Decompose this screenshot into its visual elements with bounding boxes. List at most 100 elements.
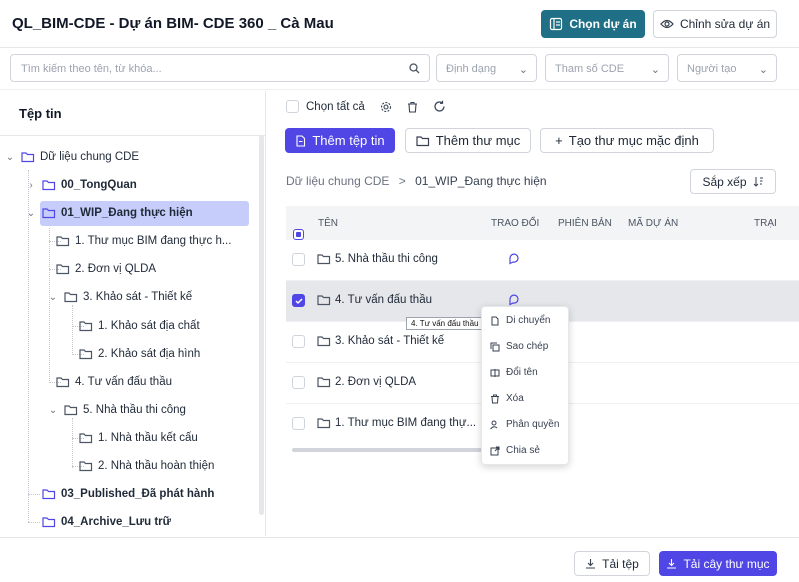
folder-icon: [317, 377, 331, 388]
tree-item-diahinh[interactable]: 2. Khảo sát địa hình: [75, 342, 200, 366]
row-name: 5. Nhà thầu thi công: [335, 253, 438, 265]
tree-item-ketcau[interactable]: 1. Nhà thầu kết cấu: [75, 426, 198, 450]
column-phien-ban[interactable]: PHIÊN BẢN: [558, 218, 612, 229]
tree-item-label: Dữ liệu chung CDE: [40, 151, 140, 163]
row-checkbox[interactable]: [292, 376, 305, 389]
tree-item-qlda[interactable]: 2. Đơn vị QLDA: [52, 257, 156, 281]
eye-icon: [660, 19, 674, 29]
sort-icon: [753, 177, 763, 187]
column-name[interactable]: TÊN: [318, 218, 338, 229]
chevron-down-icon: ⌄: [650, 64, 660, 76]
search-input[interactable]: Tìm kiếm theo tên, từ khóa...: [10, 54, 430, 82]
chevron-down-icon: ⌄: [26, 207, 36, 219]
param-select[interactable]: Tham số CDE ⌄: [545, 54, 669, 82]
select-all-label: Chọn tất cả: [306, 100, 365, 113]
add-folder-label: Thêm thư mục: [435, 133, 521, 148]
chevron-down-icon: ⌄: [518, 64, 528, 76]
tree-item-bim[interactable]: 1. Thư mục BIM đang thực h...: [52, 229, 231, 253]
breadcrumb-separator: >: [398, 174, 406, 188]
row-checkbox[interactable]: [292, 335, 305, 348]
folder-icon: [79, 349, 93, 360]
column-ma-du-an[interactable]: MÃ DỰ ÁN: [628, 218, 678, 229]
row-checkbox[interactable]: [292, 417, 305, 430]
select-all-checkbox[interactable]: [286, 100, 299, 113]
choose-project-button[interactable]: Chọn dự án: [541, 10, 645, 38]
tree-item-label: 04_Archive_Lưu trữ: [61, 516, 171, 528]
menu-item-rename[interactable]: Đổi tên: [490, 367, 538, 378]
trash-icon[interactable]: [407, 101, 418, 113]
download-file-label: Tải tệp: [602, 556, 639, 571]
tree-item-label: 03_Published_Đã phát hành: [61, 488, 215, 500]
table-row[interactable]: 5. Nhà thầu thi công: [286, 240, 799, 281]
tree-item-label: 3. Khảo sát - Thiết kế: [83, 291, 193, 303]
menu-item-label: Sao chép: [506, 341, 549, 352]
file-icon: [296, 134, 306, 147]
tree-item-label: 4. Tư vấn đấu thầu: [75, 376, 172, 388]
create-default-folder-button[interactable]: + Tạo thư mục mặc định: [540, 128, 714, 153]
menu-item-copy[interactable]: Sao chép: [490, 341, 548, 352]
filter-bar: Tìm kiếm theo tên, từ khóa... Định dạng …: [0, 48, 799, 90]
search-placeholder: Tìm kiếm theo tên, từ khóa...: [21, 63, 162, 75]
tree-item-tuvan[interactable]: 4. Tư vấn đấu thầu: [52, 370, 172, 394]
creator-select[interactable]: Người tạo ⌄: [677, 54, 777, 82]
folder-icon: [79, 321, 93, 332]
breadcrumb-root[interactable]: Dữ liệu chung CDE: [286, 174, 389, 188]
row-checkbox-checked[interactable]: [292, 294, 305, 307]
column-trao-doi[interactable]: TRAO ĐỔI: [491, 218, 539, 229]
tree-item-label: 1. Khảo sát địa chất: [98, 320, 200, 332]
row-name: 3. Khảo sát - Thiết kế: [335, 335, 445, 347]
header: QL_BIM-CDE - Dự án BIM- CDE 360 _ Cà Mau…: [0, 0, 799, 48]
tree-item-diachat[interactable]: 1. Khảo sát địa chất: [75, 314, 200, 338]
gear-icon[interactable]: [380, 101, 392, 113]
refresh-icon[interactable]: [433, 100, 446, 113]
plus-icon: +: [555, 133, 563, 148]
add-folder-button[interactable]: Thêm thư mục: [405, 128, 531, 153]
menu-item-permission[interactable]: Phân quyền: [490, 419, 559, 430]
download-file-button[interactable]: Tải tệp: [574, 551, 650, 576]
tree-connector: [72, 418, 73, 468]
chevron-down-icon: ⌄: [48, 291, 58, 303]
header-checkbox[interactable]: [293, 217, 304, 240]
tree-item-khaosat[interactable]: ⌄ 3. Khảo sát - Thiết kế: [46, 285, 192, 309]
folder-icon: [56, 236, 70, 247]
tree-item-hoanthien[interactable]: 2. Nhà thầu hoàn thiện: [75, 454, 214, 478]
column-trai[interactable]: TRẠI: [754, 218, 777, 229]
row-name: 4. Tư vấn đấu thầu: [335, 294, 432, 306]
row-checkbox[interactable]: [292, 253, 305, 266]
tree-item-label: 1. Thư mục BIM đang thực h...: [75, 235, 232, 247]
user-permission-icon: [490, 420, 498, 429]
download-tree-button[interactable]: Tải cây thư mục: [659, 551, 777, 576]
chevron-right-icon: ›: [29, 179, 33, 191]
menu-item-move[interactable]: Di chuyển: [490, 315, 550, 326]
menu-item-share[interactable]: Chia sẻ: [490, 445, 540, 456]
tree-scrollbar[interactable]: [259, 135, 264, 515]
row-tooltip: 4. Tư vấn đấu thầu: [406, 317, 484, 330]
add-file-button[interactable]: Thêm tệp tin: [285, 128, 395, 153]
download-tree-label: Tải cây thư mục: [683, 556, 770, 571]
menu-item-label: Chia sẻ: [506, 445, 540, 456]
format-label: Định dạng: [446, 63, 497, 75]
chat-icon[interactable]: [508, 252, 521, 265]
tree-item-published[interactable]: 03_Published_Đã phát hành: [38, 482, 214, 506]
menu-item-delete[interactable]: Xóa: [490, 393, 524, 404]
tree-item-wip[interactable]: ⌄ 01_WIP_Đang thực hiện: [24, 201, 193, 225]
chevron-down-icon: ⌄: [758, 64, 768, 76]
check-icon: [295, 298, 303, 305]
folder-icon: [56, 264, 70, 275]
download-icon: [667, 559, 677, 569]
tree-item-archive[interactable]: 04_Archive_Lưu trữ: [38, 510, 171, 534]
menu-item-label: Đổi tên: [506, 367, 538, 378]
folder-icon: [64, 292, 78, 303]
tree-item-root[interactable]: ⌄ Dữ liệu chung CDE: [3, 145, 139, 169]
share-icon: [490, 446, 500, 455]
context-menu: Di chuyển Sao chép Đổi tên Xóa Phân quyề…: [481, 306, 569, 465]
sort-button[interactable]: Sắp xếp: [690, 169, 776, 194]
tree-item-thicong[interactable]: ⌄ 5. Nhà thầu thi công: [46, 398, 186, 422]
format-select[interactable]: Định dạng ⌄: [436, 54, 537, 82]
chat-icon[interactable]: [508, 293, 521, 306]
trash-icon: [491, 394, 499, 403]
edit-project-button[interactable]: Chỉnh sửa dự án: [653, 10, 777, 38]
tree-item-label: 2. Đơn vị QLDA: [75, 263, 157, 275]
tree-item-label: 1. Nhà thầu kết cấu: [98, 432, 198, 444]
tree-item-tongquan[interactable]: › 00_TongQuan: [24, 173, 137, 197]
